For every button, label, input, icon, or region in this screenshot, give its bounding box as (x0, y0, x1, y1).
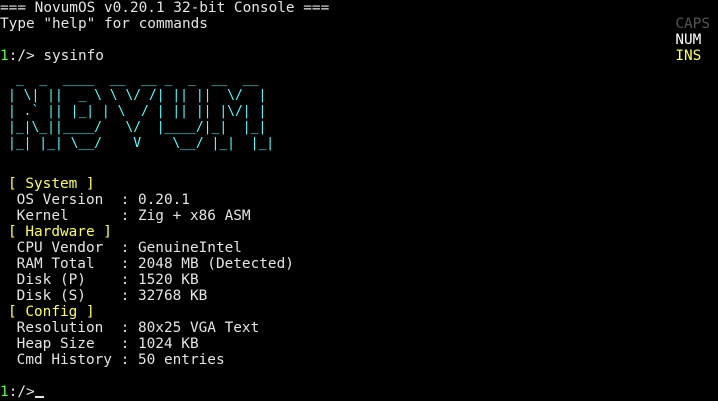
info-value: 1520 KB (137, 272, 199, 288)
keyboard-indicators: CAPS NUM INS (631, 0, 710, 64)
section-title-config: [ Config ] (8, 304, 95, 320)
info-separator: : (120, 272, 138, 288)
input-prompt-line[interactable]: 1:/> (0, 384, 44, 400)
info-label: Heap Size (8, 336, 121, 352)
info-separator: : (120, 192, 138, 208)
console-title: === NovumOS v0.20.1 32-bit Console === (0, 0, 330, 16)
prompt-number: 1 (0, 384, 9, 400)
info-label: Cmd History (8, 352, 121, 368)
info-separator: : (120, 320, 138, 336)
info-label: Kernel (8, 208, 121, 224)
info-label: RAM Total (8, 256, 121, 272)
info-separator: : (120, 240, 138, 256)
info-row-os-version: OS Version : 0.20.1 (8, 192, 190, 208)
info-value: 1024 KB (137, 336, 199, 352)
info-row-disk-primary: Disk (P) : 1520 KB (8, 272, 199, 288)
info-separator: : (120, 288, 138, 304)
prompt-number: 1 (0, 48, 9, 64)
info-value: 32768 KB (137, 288, 208, 304)
info-label: OS Version (8, 192, 121, 208)
console-screen[interactable]: === NovumOS v0.20.1 32-bit Console === C… (0, 0, 718, 401)
info-label: Disk (P) (8, 272, 121, 288)
info-row-resolution: Resolution : 80x25 VGA Text (8, 320, 260, 336)
info-value: 80x25 VGA Text (137, 320, 260, 336)
logo-line-3: | .` || |_| | \ / | || || |\/| | (8, 104, 267, 119)
caps-lock-indicator: CAPS (675, 16, 710, 32)
text-cursor[interactable] (34, 396, 44, 398)
insert-mode-indicator: INS (675, 48, 702, 64)
info-row-ram-total: RAM Total : 2048 MB (Detected) (8, 256, 294, 272)
info-label: Resolution (8, 320, 121, 336)
info-separator: : (120, 352, 138, 368)
info-value: Zig + x86 ASM (137, 208, 251, 224)
section-title-system: [ System ] (8, 176, 95, 192)
help-hint: Type "help" for commands (0, 16, 208, 32)
info-row-disk-secondary: Disk (S) : 32768 KB (8, 288, 208, 304)
logo-line-5: |_| |_| \__/ V \__/ |_| |_| (8, 136, 275, 151)
command-text: sysinfo (43, 48, 104, 64)
info-separator: : (120, 336, 138, 352)
logo-line-1: _ _ ____ __ __ _ _ __ __ (8, 72, 259, 87)
info-label: Disk (S) (8, 288, 121, 304)
logo-line-4: |_|\_||____/ \/ |____/|_| |_| (8, 120, 267, 135)
info-row-heap-size: Heap Size : 1024 KB (8, 336, 199, 352)
info-separator: : (120, 256, 138, 272)
prompt-symbol: :/> (8, 384, 35, 400)
command-line: 1:/> sysinfo (0, 48, 104, 64)
info-value: 50 entries (137, 352, 225, 368)
section-title-hardware: [ Hardware ] (8, 224, 112, 240)
info-row-cmd-history: Cmd History : 50 entries (8, 352, 225, 368)
info-value: GenuineIntel (137, 240, 242, 256)
info-row-kernel: Kernel : Zig + x86 ASM (8, 208, 251, 224)
info-row-cpu-vendor: CPU Vendor : GenuineIntel (8, 240, 242, 256)
info-value: 0.20.1 (137, 192, 190, 208)
info-label: CPU Vendor (8, 240, 121, 256)
info-separator: : (120, 208, 138, 224)
info-value: 2048 MB (Detected) (137, 256, 294, 272)
num-lock-indicator: NUM (675, 32, 702, 48)
prompt-symbol: :/> (8, 48, 44, 64)
logo-line-2: | \| || _ \ \ \/ /| || || \/ | (8, 88, 267, 103)
